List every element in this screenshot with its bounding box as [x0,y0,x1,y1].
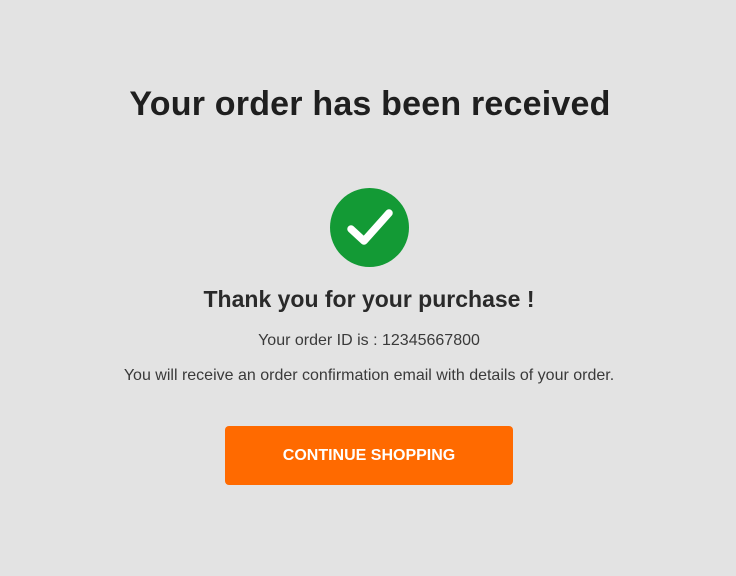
continue-shopping-button[interactable]: CONTINUE SHOPPING [225,426,513,485]
order-id-text: Your order ID is : 12345667800 [258,332,480,349]
confirmation-email-note: You will receive an order confirmation e… [123,367,615,384]
order-confirmation-page: Your order has been received Thank you f… [0,0,736,576]
thank-you-message: Thank you for your purchase ! [203,286,535,312]
page-title: Your order has been received [129,85,611,123]
checkmark-circle-icon [330,188,409,267]
